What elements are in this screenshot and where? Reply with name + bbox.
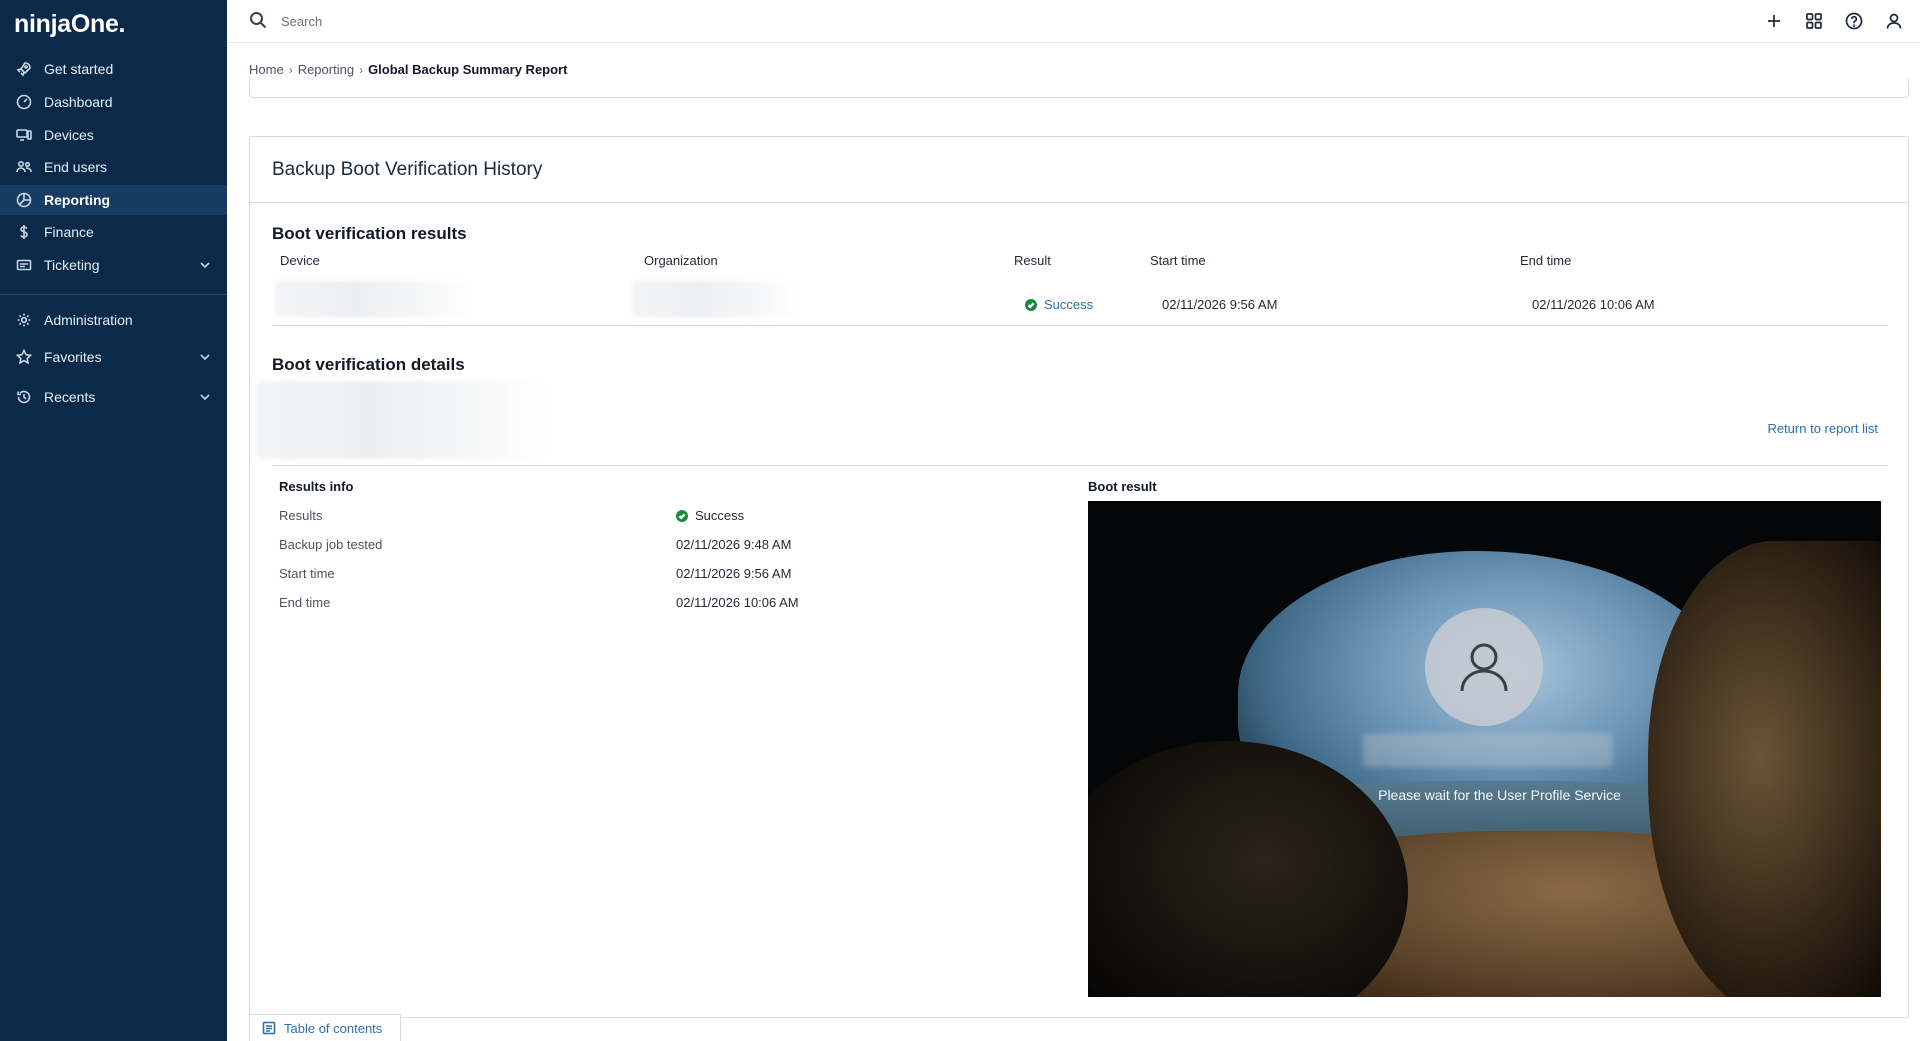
row-end-time: 02/11/2026 10:06 AM <box>1532 297 1655 312</box>
row-start-time: 02/11/2026 9:56 AM <box>1162 297 1278 312</box>
success-check-icon <box>1025 298 1037 311</box>
sidebar-item-label: Finance <box>44 224 94 240</box>
info-label-results: Results <box>279 508 323 523</box>
column-header-end-time[interactable]: End time <box>1520 253 1571 268</box>
column-header-device[interactable]: Device <box>280 253 320 268</box>
column-header-start-time[interactable]: Start time <box>1150 253 1206 268</box>
info-label-end-time: End time <box>279 595 331 610</box>
rocket-icon <box>15 60 33 78</box>
boot-result-screenshot[interactable]: Please wait for the User Profile Service <box>1088 501 1881 997</box>
card-title: Backup Boot Verification History <box>272 159 543 180</box>
sidebar-item-label: Ticketing <box>44 257 100 273</box>
sidebar-item-label: Administration <box>44 312 133 328</box>
info-value-start-time: 02/11/2026 9:56 AM <box>676 566 792 581</box>
user-icon[interactable] <box>1884 11 1904 31</box>
sidebar-item-favorites[interactable]: Favorites <box>0 342 227 372</box>
sidebar-item-label: Dashboard <box>44 94 113 110</box>
ninjaone-logo[interactable]: ninjaOne. <box>14 10 126 42</box>
search-icon[interactable] <box>249 11 267 29</box>
chevron-down-icon[interactable] <box>197 389 213 405</box>
sidebar-item-reporting[interactable]: Reporting <box>0 185 227 215</box>
sidebar-item-label: Devices <box>44 127 94 143</box>
ticket-icon <box>15 256 33 274</box>
history-icon <box>15 388 33 406</box>
result-status-text[interactable]: Success <box>1044 297 1093 312</box>
info-label-start-time: Start time <box>279 566 335 581</box>
results-info-heading: Results info <box>279 479 354 494</box>
column-header-result[interactable]: Result <box>1014 253 1051 268</box>
sidebar-item-administration[interactable]: Administration <box>0 305 227 335</box>
apps-grid-icon[interactable] <box>1804 11 1824 31</box>
table-of-contents-label: Table of contents <box>284 1020 383 1036</box>
info-value-backup-job-tested: 02/11/2026 9:48 AM <box>676 537 792 552</box>
screenshot-rock-right <box>1648 541 1881 997</box>
boot-result-heading: Boot result <box>1088 479 1157 494</box>
gear-icon <box>15 311 33 329</box>
reporting-icon <box>15 191 33 209</box>
sidebar-item-recents[interactable]: Recents <box>0 382 227 412</box>
sidebar-item-label: Reporting <box>44 192 111 208</box>
redacted-device <box>275 281 475 317</box>
star-icon <box>15 348 33 366</box>
redacted-device-heading <box>256 381 546 459</box>
info-label-backup-job-tested: Backup job tested <box>279 537 383 552</box>
sidebar-divider <box>0 294 227 295</box>
breadcrumb-home[interactable]: Home <box>249 62 284 77</box>
redacted-organization <box>632 281 797 317</box>
devices-icon <box>15 126 33 144</box>
table-of-contents-tab[interactable]: Table of contents <box>249 1014 401 1041</box>
details-divider <box>272 465 1888 466</box>
previous-section-edge <box>249 78 1909 98</box>
results-section-title: Boot verification results <box>272 224 467 243</box>
login-avatar-icon <box>1425 608 1543 726</box>
chevron-right-icon: › <box>288 62 293 77</box>
sidebar-item-label: Favorites <box>44 349 102 365</box>
result-status[interactable]: Success <box>1025 297 1093 312</box>
top-bar <box>227 0 1920 43</box>
sidebar-item-label: Recents <box>44 389 96 405</box>
sidebar-item-label: End users <box>44 159 108 175</box>
sidebar-item-end-users[interactable]: End users <box>0 152 227 182</box>
help-icon[interactable] <box>1844 11 1864 31</box>
sidebar-item-get-started[interactable]: Get started <box>0 54 227 84</box>
card-header: Backup Boot Verification History <box>250 137 1908 203</box>
sidebar-item-dashboard[interactable]: Dashboard <box>0 87 227 117</box>
sidebar-item-label: Get started <box>44 61 114 77</box>
breadcrumb: Home › Reporting › Global Backup Summary… <box>249 62 567 77</box>
chevron-down-icon[interactable] <box>197 349 213 365</box>
boot-status-message: Please wait for the User Profile Service <box>1378 787 1621 803</box>
column-header-organization[interactable]: Organization <box>644 253 718 268</box>
success-check-icon <box>676 509 688 522</box>
sidebar-item-devices[interactable]: Devices <box>0 120 227 150</box>
gauge-icon <box>15 93 33 111</box>
users-icon <box>15 158 33 176</box>
breadcrumb-reporting[interactable]: Reporting <box>298 62 354 77</box>
info-value-end-time: 02/11/2026 10:06 AM <box>676 595 799 610</box>
search-input[interactable] <box>281 10 681 32</box>
plus-icon[interactable] <box>1764 11 1784 31</box>
chevron-right-icon: › <box>359 62 364 77</box>
details-section-title: Boot verification details <box>272 355 465 374</box>
sidebar-item-ticketing[interactable]: Ticketing <box>0 250 227 280</box>
redacted-username <box>1363 733 1613 767</box>
chevron-down-icon[interactable] <box>197 257 213 273</box>
list-icon <box>262 1021 276 1035</box>
dollar-icon <box>15 223 33 241</box>
sidebar: ninjaOne. Get started Dashboard Devices … <box>0 0 227 1041</box>
boot-verification-card: Backup Boot Verification History Boot ve… <box>249 136 1909 1018</box>
sidebar-item-finance[interactable]: Finance <box>0 217 227 247</box>
row-divider <box>272 325 1888 326</box>
breadcrumb-current: Global Backup Summary Report <box>368 62 568 77</box>
return-to-report-list-link[interactable]: Return to report list <box>1767 421 1878 436</box>
info-value-results: Success <box>676 508 744 523</box>
